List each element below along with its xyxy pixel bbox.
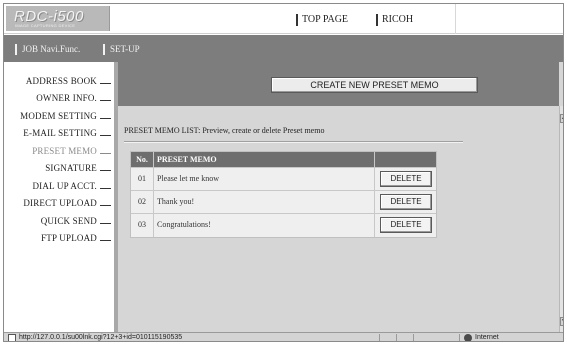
table-row: 01 Please let me know DELETE xyxy=(131,168,436,191)
globe-icon xyxy=(464,334,472,341)
column-header-action xyxy=(375,152,438,167)
logo-subtitle: IMAGE CAPTURING DEVICE xyxy=(15,23,76,28)
arrow-icon xyxy=(100,205,111,207)
arrow-icon xyxy=(100,188,111,190)
sidebar-item-dial-up-acct[interactable]: DIAL UP ACCT. xyxy=(4,181,111,192)
action-cell: DELETE xyxy=(375,214,438,237)
browser-window: RDC-i500 IMAGE CAPTURING DEVICE TOP PAGE… xyxy=(3,3,564,342)
main-content: CREATE NEW PRESET MEMO PRESET MEMO LIST:… xyxy=(114,62,563,332)
sidebar-item-label: PRESET MEMO xyxy=(32,146,97,156)
sidebar-item-label: ADDRESS BOOK xyxy=(25,76,97,86)
memo-number: 01 xyxy=(131,168,154,190)
product-logo: RDC-i500 IMAGE CAPTURING DEVICE xyxy=(6,6,110,31)
column-header-no: No. xyxy=(131,152,154,167)
scroll-down-icon[interactable]: ▼ xyxy=(560,317,563,326)
table-header-row: No. PRESET MEMO xyxy=(131,152,436,168)
delete-button[interactable]: DELETE xyxy=(380,194,432,210)
divider-highlight xyxy=(124,142,463,143)
sidebar-item-direct-upload[interactable]: DIRECT UPLOAD xyxy=(4,198,111,209)
column-header-preset-memo: PRESET MEMO xyxy=(154,152,375,167)
sidebar-item-email-setting[interactable]: E-MAIL SETTING xyxy=(4,128,111,139)
nav-tab-bar: JOB Navi.Func. SET-UP xyxy=(4,35,563,62)
sidebar-item-modem-setting[interactable]: MODEM SETTING xyxy=(4,111,111,122)
status-divider xyxy=(413,334,414,341)
status-divider xyxy=(459,334,460,341)
tab-setup[interactable]: SET-UP xyxy=(103,44,140,55)
arrow-icon xyxy=(100,135,111,137)
sidebar-item-address-book[interactable]: ADDRESS BOOK xyxy=(4,76,111,87)
arrow-icon xyxy=(100,170,111,172)
delete-button[interactable]: DELETE xyxy=(380,171,432,187)
arrow-icon xyxy=(100,118,111,120)
memo-text: Congratulations! xyxy=(154,214,375,237)
arrow-icon xyxy=(100,100,111,102)
status-divider xyxy=(396,334,397,341)
sidebar-item-preset-memo[interactable]: PRESET MEMO xyxy=(4,146,111,157)
scroll-up-icon[interactable]: ▲ xyxy=(560,114,563,123)
action-cell: DELETE xyxy=(375,191,438,213)
arrow-icon xyxy=(100,153,111,155)
sidebar-item-label: DIAL UP ACCT. xyxy=(32,181,97,191)
sidebar-item-label: OWNER INFO. xyxy=(36,93,97,103)
status-bar: http://127.0.0.1/su00lnk.cgi?12+3+id=010… xyxy=(4,332,563,341)
page-icon xyxy=(8,334,16,341)
sidebar-item-label: QUICK SEND xyxy=(40,216,97,226)
create-new-preset-memo-button[interactable]: CREATE NEW PRESET MEMO xyxy=(271,77,478,93)
tab-job-navi-func[interactable]: JOB Navi.Func. xyxy=(15,44,80,55)
sidebar-item-label: E-MAIL SETTING xyxy=(23,128,97,138)
status-url: http://127.0.0.1/su00lnk.cgi?12+3+id=010… xyxy=(19,334,183,341)
content-banner: CREATE NEW PRESET MEMO xyxy=(118,62,559,106)
arrow-icon xyxy=(100,240,111,242)
vertical-scrollbar[interactable]: ▲ ▼ xyxy=(559,106,563,332)
top-page-link[interactable]: TOP PAGE xyxy=(296,14,348,26)
preset-memo-table: No. PRESET MEMO 01 Please let me know DE… xyxy=(130,151,437,238)
sidebar-item-label: SIGNATURE xyxy=(45,163,97,173)
security-zone: Internet xyxy=(475,334,499,341)
memo-text: Please let me know xyxy=(154,168,375,190)
memo-number: 03 xyxy=(131,214,154,237)
header: RDC-i500 IMAGE CAPTURING DEVICE TOP PAGE… xyxy=(4,4,563,34)
sidebar-item-label: DIRECT UPLOAD xyxy=(23,198,97,208)
sidebar-item-label: FTP UPLOAD xyxy=(41,233,97,243)
table-row: 02 Thank you! DELETE xyxy=(131,191,436,214)
memo-number: 02 xyxy=(131,191,154,213)
ricoh-link[interactable]: RICOH xyxy=(376,14,413,26)
sidebar: ADDRESS BOOK OWNER INFO. MODEM SETTING E… xyxy=(4,62,114,332)
arrow-icon xyxy=(100,223,111,225)
action-cell: DELETE xyxy=(375,168,438,190)
table-row: 03 Congratulations! DELETE xyxy=(131,214,436,237)
delete-button[interactable]: DELETE xyxy=(380,217,432,233)
header-divider xyxy=(455,4,456,34)
status-divider xyxy=(379,334,380,341)
sidebar-item-label: MODEM SETTING xyxy=(20,111,97,121)
preset-memo-list-title: PRESET MEMO LIST: Preview, create or del… xyxy=(124,126,325,135)
memo-text: Thank you! xyxy=(154,191,375,213)
arrow-icon xyxy=(100,83,111,85)
sidebar-item-owner-info[interactable]: OWNER INFO. xyxy=(4,93,111,104)
sidebar-item-signature[interactable]: SIGNATURE xyxy=(4,163,111,174)
sidebar-item-quick-send[interactable]: QUICK SEND xyxy=(4,216,111,227)
sidebar-item-ftp-upload[interactable]: FTP UPLOAD xyxy=(4,233,111,244)
